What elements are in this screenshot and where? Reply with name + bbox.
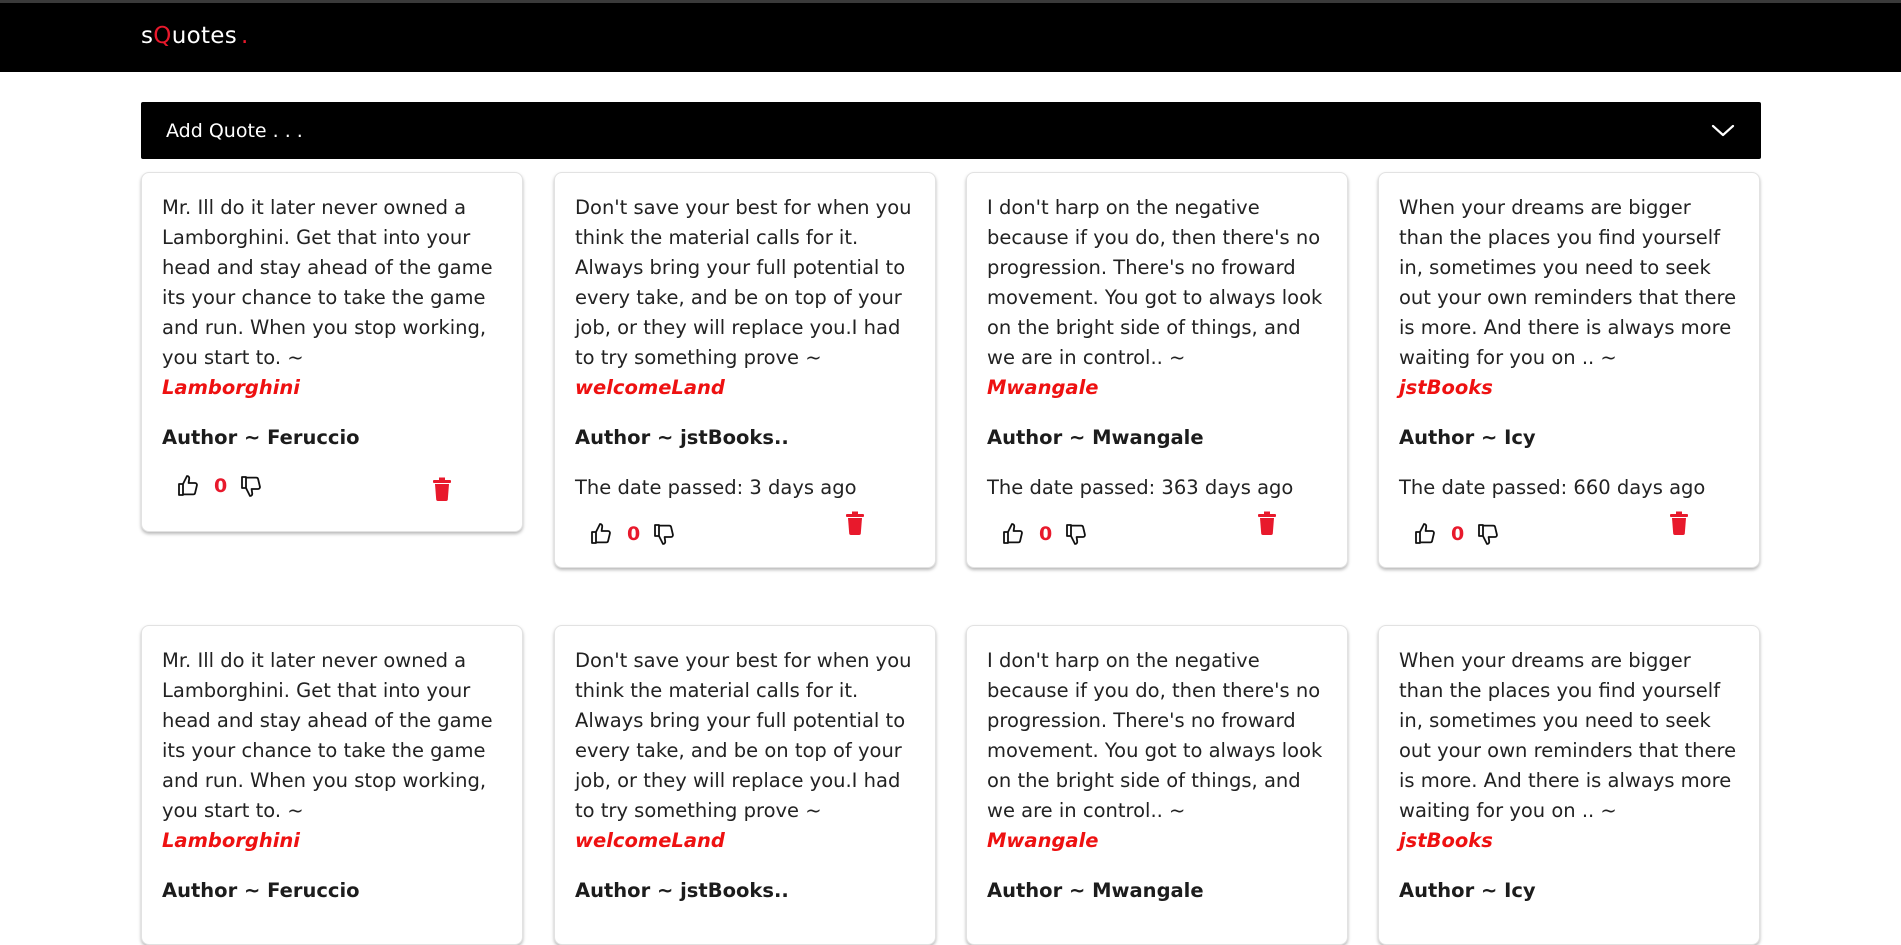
brand-suffix: uotes: [171, 23, 238, 49]
quote-body: When your dreams are bigger than the pla…: [1399, 649, 1737, 822]
quote-author: Author ~ Feruccio: [162, 426, 360, 449]
quote-source: Lamborghini: [162, 376, 300, 399]
quote-actions: 0: [575, 503, 915, 567]
thumbs-up-icon[interactable]: [176, 474, 200, 498]
quote-card: I don't harp on the negative because if …: [966, 172, 1348, 568]
vote-count: 0: [214, 475, 228, 497]
vote-controls: 0: [589, 517, 676, 551]
thumbs-up-icon[interactable]: [1001, 522, 1025, 546]
quote-source: Lamborghini: [162, 829, 300, 852]
quote-date: The date passed: 660 days ago: [1399, 476, 1706, 499]
quote-card: Don't save your best for when you think …: [554, 172, 936, 568]
quote-author: Author ~ Feruccio: [162, 879, 360, 902]
vote-controls: 0: [176, 469, 263, 503]
chevron-down-icon: [1711, 124, 1735, 137]
quote-author: Author ~ jstBooks..: [575, 879, 789, 902]
vote-count: 0: [627, 523, 641, 545]
quote-card: When your dreams are bigger than the pla…: [1378, 172, 1760, 568]
quote-actions: 0: [162, 453, 502, 531]
quote-author: Author ~ Icy: [1399, 426, 1536, 449]
trash-icon[interactable]: [432, 477, 452, 501]
trash-icon[interactable]: [845, 511, 865, 535]
trash-icon[interactable]: [1257, 511, 1277, 535]
thumbs-up-icon[interactable]: [589, 522, 613, 546]
brand-accent: Q: [153, 23, 172, 49]
quote-body: Don't save your best for when you think …: [575, 196, 912, 369]
quote-text: Mr. Ill do it later never owned a Lambor…: [162, 193, 502, 403]
brand-prefix: s: [141, 23, 154, 49]
add-quote-label: Add Quote . . .: [166, 120, 303, 142]
quote-card: I don't harp on the negative because if …: [966, 625, 1348, 945]
quote-author: Author ~ Icy: [1399, 879, 1536, 902]
quote-card: When your dreams are bigger than the pla…: [1378, 625, 1760, 945]
quote-body: I don't harp on the negative because if …: [987, 649, 1323, 822]
quote-source: welcomeLand: [575, 376, 725, 399]
add-quote-toggle[interactable]: Add Quote . . .: [141, 102, 1761, 159]
quote-source: Mwangale: [987, 829, 1099, 852]
vote-count: 0: [1039, 523, 1053, 545]
quote-text: When your dreams are bigger than the pla…: [1399, 646, 1739, 856]
vote-count: 0: [1451, 523, 1465, 545]
quote-actions: 0: [987, 503, 1327, 567]
quote-text: Don't save your best for when you think …: [575, 193, 915, 403]
quote-body: Mr. Ill do it later never owned a Lambor…: [162, 649, 493, 822]
quote-text: When your dreams are bigger than the pla…: [1399, 193, 1739, 403]
quote-body: Don't save your best for when you think …: [575, 649, 912, 822]
quote-text: Mr. Ill do it later never owned a Lambor…: [162, 646, 502, 856]
brand-dot: .: [241, 23, 249, 49]
quote-text: I don't harp on the negative because if …: [987, 193, 1327, 403]
quote-source: jstBooks: [1399, 376, 1493, 399]
quote-card: Don't save your best for when you think …: [554, 625, 936, 945]
thumbs-down-icon[interactable]: [1476, 522, 1500, 546]
quote-text: I don't harp on the negative because if …: [987, 646, 1327, 856]
quote-author: Author ~ jstBooks..: [575, 426, 789, 449]
quote-text: Don't save your best for when you think …: [575, 646, 915, 856]
quote-source: welcomeLand: [575, 829, 725, 852]
quote-body: Mr. Ill do it later never owned a Lambor…: [162, 196, 493, 369]
trash-icon[interactable]: [1669, 511, 1689, 535]
quote-author: Author ~ Mwangale: [987, 426, 1204, 449]
quote-source: jstBooks: [1399, 829, 1493, 852]
thumbs-down-icon[interactable]: [652, 522, 676, 546]
quote-date: The date passed: 3 days ago: [575, 476, 857, 499]
thumbs-down-icon[interactable]: [1064, 522, 1088, 546]
vote-controls: 0: [1001, 517, 1088, 551]
brand-logo[interactable]: sQuotes.: [141, 23, 249, 49]
navbar: sQuotes.: [0, 3, 1901, 72]
quote-author: Author ~ Mwangale: [987, 879, 1204, 902]
quote-source: Mwangale: [987, 376, 1099, 399]
quote-card: Mr. Ill do it later never owned a Lambor…: [141, 172, 523, 532]
quote-body: I don't harp on the negative because if …: [987, 196, 1323, 369]
vote-controls: 0: [1413, 517, 1500, 551]
quote-actions: 0: [1399, 503, 1739, 567]
quote-body: When your dreams are bigger than the pla…: [1399, 196, 1737, 369]
thumbs-down-icon[interactable]: [239, 474, 263, 498]
thumbs-up-icon[interactable]: [1413, 522, 1437, 546]
quote-card: Mr. Ill do it later never owned a Lambor…: [141, 625, 523, 945]
quote-date: The date passed: 363 days ago: [987, 476, 1294, 499]
